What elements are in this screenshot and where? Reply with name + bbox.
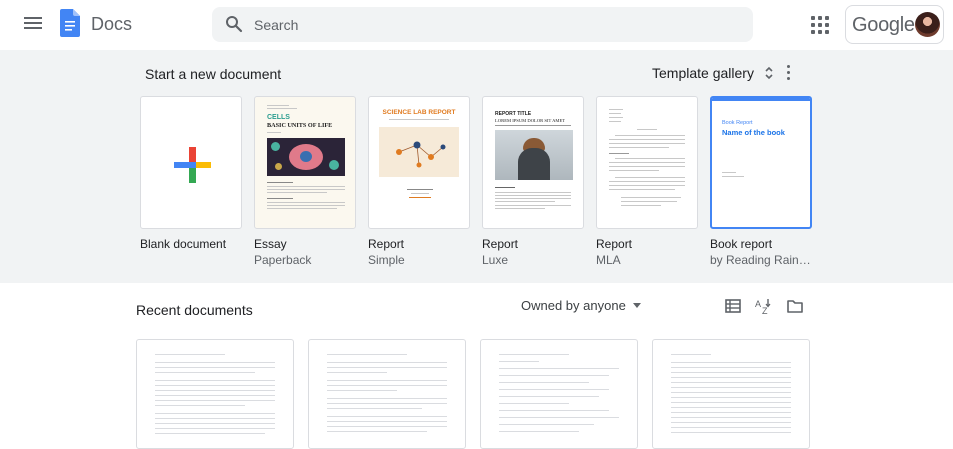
template-section-title: Start a new document bbox=[145, 66, 282, 82]
folder-icon[interactable] bbox=[786, 297, 804, 315]
account-button[interactable]: Google bbox=[845, 5, 944, 44]
plus-icon bbox=[174, 147, 211, 183]
sort-az-icon[interactable]: A Z bbox=[754, 297, 772, 315]
template-thumbnail[interactable]: Book Report Name of the book bbox=[710, 96, 812, 229]
luxe-thumb-title: REPORT TITLE bbox=[495, 111, 532, 117]
template-thumbnail[interactable]: CELLS BASIC UNITS OF LIFE bbox=[254, 96, 356, 229]
dropdown-arrow-icon bbox=[632, 303, 641, 308]
essay-thumb-heading: BASIC UNITS OF LIFE bbox=[267, 122, 333, 129]
template-gallery-button[interactable]: Template gallery bbox=[652, 65, 774, 81]
template-report-simple[interactable]: SCIENCE LAB REPORT Report Simple bbox=[368, 96, 470, 267]
molecule-image bbox=[379, 127, 459, 177]
template-essay[interactable]: CELLS BASIC UNITS OF LIFE Essay Paperbac… bbox=[254, 96, 356, 267]
google-wordmark: Google bbox=[852, 14, 915, 36]
owner-filter-label: Owned by anyone bbox=[521, 298, 626, 313]
hamburger-icon bbox=[24, 17, 42, 19]
book-thumb-title: Book Report bbox=[722, 120, 753, 126]
svg-text:Z: Z bbox=[762, 306, 768, 315]
search-icon[interactable] bbox=[225, 15, 243, 33]
svg-text:A: A bbox=[755, 299, 761, 309]
recent-documents-title: Recent documents bbox=[136, 302, 253, 318]
template-name: Essay bbox=[254, 237, 287, 251]
template-name: Report bbox=[482, 237, 519, 251]
recent-document-card[interactable] bbox=[480, 339, 638, 449]
template-book-report[interactable]: Book Report Name of the book Book report… bbox=[710, 96, 812, 267]
simple-thumb-heading: SCIENCE LAB REPORT bbox=[382, 109, 456, 116]
template-report-luxe[interactable]: REPORT TITLE LOREM IPSUM DOLOR SIT AMET … bbox=[482, 96, 584, 267]
template-section: Start a new document Template gallery Bl… bbox=[0, 50, 953, 283]
template-name: Book report bbox=[710, 237, 773, 251]
template-thumbnail[interactable]: REPORT TITLE LOREM IPSUM DOLOR SIT AMET bbox=[482, 96, 584, 229]
unfold-icon bbox=[765, 66, 773, 80]
template-thumbnail[interactable]: SCIENCE LAB REPORT bbox=[368, 96, 470, 229]
template-subtitle: Paperback bbox=[254, 253, 312, 267]
luxe-thumb-heading: LOREM IPSUM DOLOR SIT AMET bbox=[495, 118, 566, 123]
template-name: Report bbox=[368, 237, 405, 251]
template-subtitle: Luxe bbox=[482, 253, 509, 267]
main-menu-button[interactable] bbox=[24, 15, 42, 33]
more-options-icon[interactable] bbox=[782, 65, 794, 83]
template-name: Report bbox=[596, 237, 633, 251]
search-input[interactable] bbox=[254, 7, 734, 42]
search-bar[interactable] bbox=[212, 7, 753, 42]
recent-document-card[interactable] bbox=[308, 339, 466, 449]
recent-document-card[interactable] bbox=[652, 339, 810, 449]
owner-filter-dropdown[interactable]: Owned by anyone bbox=[521, 298, 641, 313]
essay-thumb-title: CELLS bbox=[267, 114, 290, 121]
template-name: Blank document bbox=[140, 237, 227, 251]
template-thumbnail[interactable] bbox=[596, 96, 698, 229]
template-subtitle: by Reading Rainbo... bbox=[710, 253, 812, 267]
app-name[interactable]: Docs bbox=[91, 14, 132, 35]
template-report-mla[interactable]: Report MLA bbox=[596, 96, 698, 267]
apps-grid-icon[interactable] bbox=[811, 16, 829, 34]
recent-document-card[interactable] bbox=[136, 339, 294, 449]
avatar[interactable] bbox=[915, 12, 940, 37]
luxe-photo bbox=[495, 130, 573, 180]
essay-cell-image bbox=[267, 138, 345, 176]
template-thumbnail[interactable] bbox=[140, 96, 242, 229]
top-bar: Docs Google bbox=[0, 0, 953, 50]
template-blank[interactable]: Blank document bbox=[140, 96, 242, 251]
template-subtitle: Simple bbox=[368, 253, 405, 267]
template-gallery-label: Template gallery bbox=[652, 65, 754, 81]
docs-logo-icon[interactable] bbox=[60, 9, 80, 37]
book-thumb-heading: Name of the book bbox=[722, 128, 785, 137]
template-subtitle: MLA bbox=[596, 253, 621, 267]
list-view-icon[interactable] bbox=[724, 297, 742, 315]
